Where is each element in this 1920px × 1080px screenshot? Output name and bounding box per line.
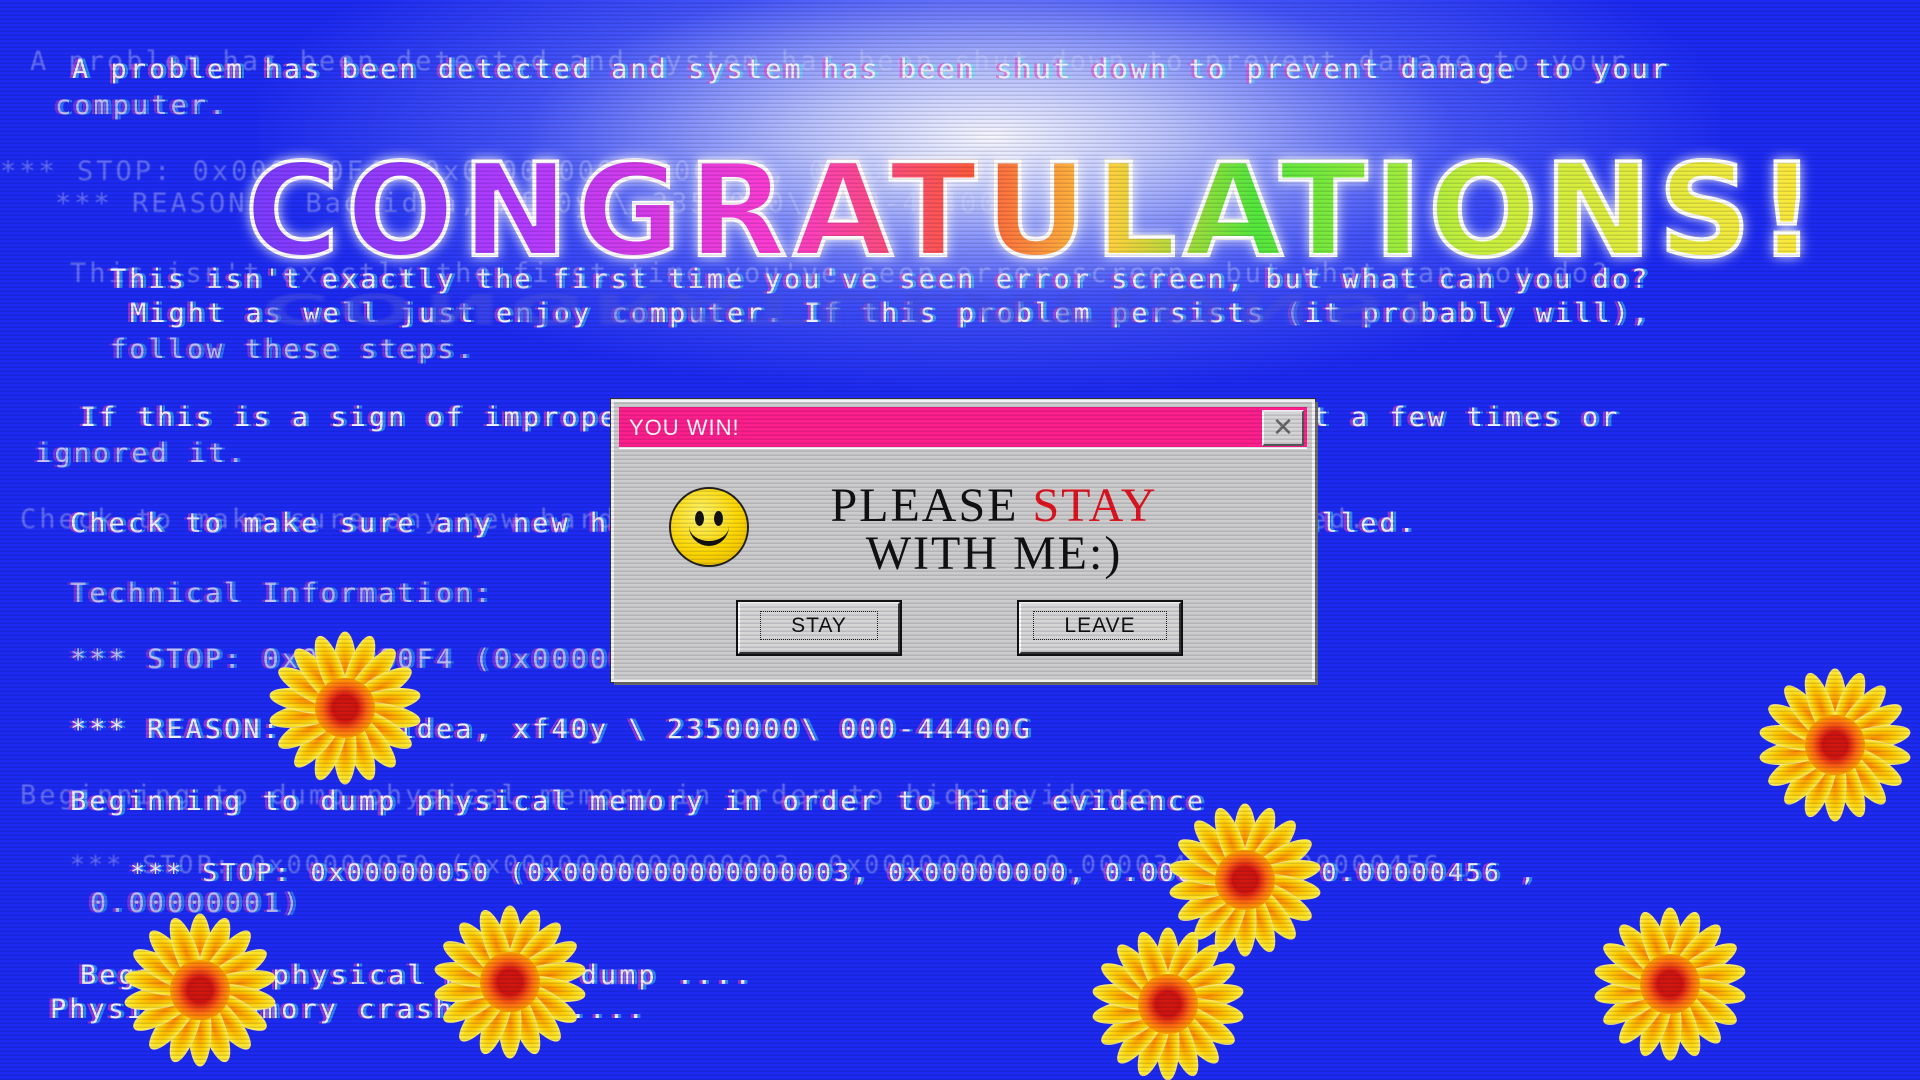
dialog-titlebar[interactable]: YOU WIN! ✕	[619, 407, 1307, 449]
bsod-line: *** STOP: 0x00000050 (0x0000000000000003…	[130, 858, 1538, 887]
leave-button-label: LEAVE	[1033, 611, 1167, 640]
sunflower-icon	[265, 628, 425, 788]
dialog-message-part1: PLEASE	[830, 479, 1033, 532]
headline: CONGRATULATIONS!	[243, 137, 1823, 286]
sunflower-icon	[120, 910, 280, 1070]
smiley-mouth	[689, 513, 729, 546]
dialog-title: YOU WIN!	[629, 415, 740, 440]
stay-button-label: STAY	[760, 611, 878, 640]
sunflower-icon	[1590, 904, 1750, 1064]
bsod-line: follow these steps.	[110, 334, 476, 365]
bsod-line: A problem has been detected and system h…	[72, 54, 1671, 85]
bsod-screen: A problem has been detected and system h…	[0, 0, 1920, 1080]
sunflower-icon	[1755, 665, 1915, 825]
headline-echo: CONGRATULATIONS!	[262, 284, 1444, 333]
stay-button[interactable]: STAY	[738, 602, 900, 654]
dialog-message: PLEASE STAY WITH ME:)	[784, 482, 1204, 578]
close-button[interactable]: ✕	[1262, 410, 1304, 446]
bsod-line: Beginning to dump physical memory in ord…	[70, 786, 1207, 817]
leave-button[interactable]: LEAVE	[1019, 602, 1181, 654]
bsod-line: ignored it.	[35, 438, 247, 469]
close-icon: ✕	[1272, 412, 1294, 442]
dialog-message-part2: WITH ME:)	[865, 527, 1123, 580]
sunflower-icon	[430, 902, 590, 1062]
dialog-message-stay: STAY	[1032, 479, 1158, 532]
you-win-dialog: YOU WIN! ✕ PLEASE STAY WITH ME:) STAY LE…	[611, 399, 1315, 682]
bsod-line: *** REASON: Bad idea, xf40y \ 2350000\ 0…	[70, 714, 1033, 745]
bsod-line: Technical Information:	[70, 578, 494, 609]
bsod-line: computer.	[55, 90, 229, 121]
sunflower-icon	[1088, 924, 1248, 1080]
smiley-face-icon	[669, 487, 749, 567]
